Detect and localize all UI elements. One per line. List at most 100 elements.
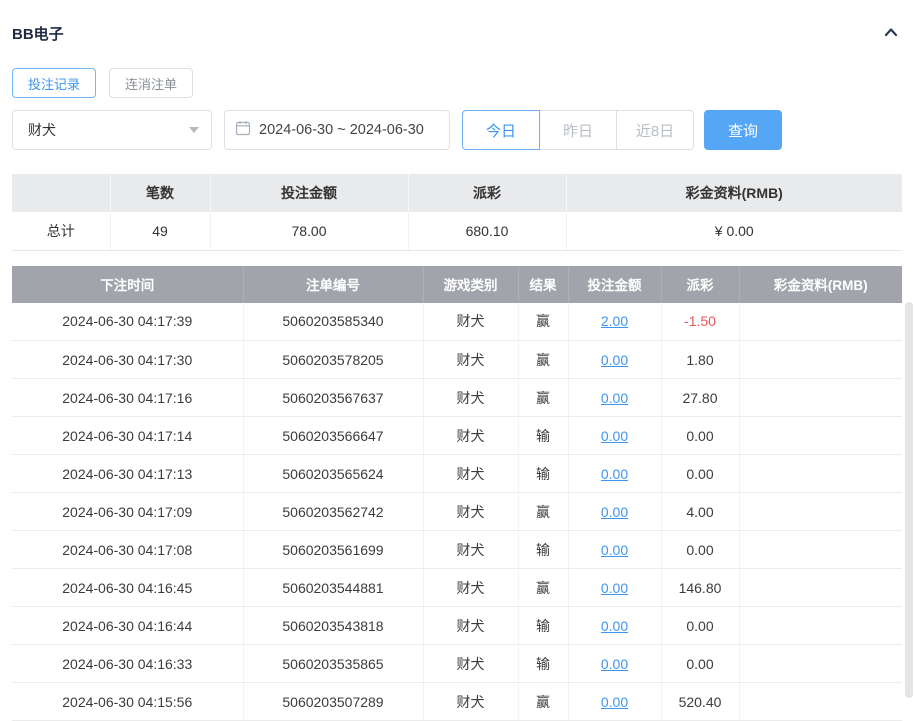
summary-total-bonus: ¥ 0.00 [566,212,902,250]
bet-amount-link[interactable]: 2.00 [601,313,628,329]
summary-table: 笔数 投注金额 派彩 彩金资料(RMB) 总计 49 78.00 680.10 … [12,174,902,251]
bet-amount-link[interactable]: 0.00 [601,618,628,634]
bet-amount-link[interactable]: 0.00 [601,542,628,558]
bet-amount-link[interactable]: 0.00 [601,390,628,406]
payout-cell: 4.00 [661,493,739,531]
quick-button-yesterday[interactable]: 昨日 [539,110,617,150]
quick-button-last8days[interactable]: 近8日 [616,110,694,150]
tab-bet-records[interactable]: 投注记录 [12,68,96,98]
summary-total-label: 总计 [12,212,110,250]
table-row: 2024-06-30 04:17:14 5060203566647 财犬 输 0… [12,417,902,455]
table-row: 2024-06-30 04:17:13 5060203565624 财犬 输 0… [12,455,902,493]
bet-time-cell: 2024-06-30 04:16:33 [12,645,243,683]
bet-amount-link[interactable]: 0.00 [601,466,628,482]
summary-header-bonus: 彩金资料(RMB) [566,174,902,212]
game-type-cell: 财犬 [423,569,518,607]
bet-time-cell: 2024-06-30 04:17:30 [12,341,243,379]
game-type-cell: 财犬 [423,379,518,417]
result-cell: 赢 [518,379,568,417]
game-type-cell: 财犬 [423,683,518,721]
bet-time-cell: 2024-06-30 04:15:56 [12,683,243,721]
bet-time-cell: 2024-06-30 04:17:08 [12,531,243,569]
payout-cell: -1.50 [661,303,739,341]
bet-amount-link[interactable]: 0.00 [601,428,628,444]
bonus-cell [739,379,902,417]
bet-amount-cell: 0.00 [568,683,661,721]
summary-total-count: 49 [110,212,210,250]
game-type-cell: 财犬 [423,645,518,683]
bonus-cell [739,569,902,607]
bonus-cell [739,683,902,721]
game-select[interactable]: 财犬 [12,110,212,150]
payout-value: 520.40 [679,694,722,710]
game-type-cell: 财犬 [423,455,518,493]
bet-amount-link[interactable]: 0.00 [601,694,628,710]
bet-amount-cell: 0.00 [568,455,661,493]
bet-amount-link[interactable]: 0.00 [601,580,628,596]
payout-value: 0.00 [686,466,713,482]
filter-row: 财犬 2024-06-30 ~ 2024-06-30 今日 昨日 近8日 查询 [12,110,902,150]
payout-cell: 0.00 [661,417,739,455]
tab-chain-cancel[interactable]: 连消注单 [109,68,193,98]
bonus-cell [739,417,902,455]
tab-bar: 投注记录 连消注单 [12,68,902,98]
payout-value: 0.00 [686,618,713,634]
order-id-cell: 5060203565624 [243,455,423,493]
date-range-input[interactable]: 2024-06-30 ~ 2024-06-30 [224,110,450,150]
order-id-cell: 5060203544881 [243,569,423,607]
bet-amount-cell: 0.00 [568,531,661,569]
quick-button-today[interactable]: 今日 [462,110,540,150]
bet-time-cell: 2024-06-30 04:17:39 [12,303,243,341]
table-row: 2024-06-30 04:17:08 5060203561699 财犬 输 0… [12,531,902,569]
payout-cell: 1.80 [661,341,739,379]
table-row: 2024-06-30 04:16:45 5060203544881 财犬 赢 0… [12,569,902,607]
order-id-cell: 5060203578205 [243,341,423,379]
date-range-value: 2024-06-30 ~ 2024-06-30 [259,122,424,138]
payout-cell: 0.00 [661,645,739,683]
header-payout: 派彩 [661,266,739,303]
scrollbar-thumb[interactable] [905,302,913,698]
table-row: 2024-06-30 04:17:30 5060203578205 财犬 赢 0… [12,341,902,379]
payout-value: 4.00 [686,504,713,520]
summary-header-count: 笔数 [110,174,210,212]
search-button[interactable]: 查询 [704,110,782,150]
order-id-cell: 5060203566647 [243,417,423,455]
result-cell: 输 [518,607,568,645]
header-bet-time: 下注时间 [12,266,243,303]
bet-amount-link[interactable]: 0.00 [601,504,628,520]
bet-amount-link[interactable]: 0.00 [601,656,628,672]
table-row: 2024-06-30 04:15:56 5060203507289 财犬 赢 0… [12,683,902,721]
payout-cell: 520.40 [661,683,739,721]
result-cell: 输 [518,531,568,569]
quick-date-button-group: 今日 昨日 近8日 [462,110,694,150]
summary-header-empty [12,174,110,212]
payout-value: 0.00 [686,542,713,558]
bet-table-header-row: 下注时间 注单编号 游戏类别 结果 投注金额 派彩 彩金资料(RMB) [12,266,902,303]
result-cell: 赢 [518,303,568,341]
payout-cell: 146.80 [661,569,739,607]
game-type-cell: 财犬 [423,493,518,531]
bet-amount-cell: 0.00 [568,341,661,379]
payout-value: 27.80 [682,390,717,406]
collapse-button[interactable] [880,22,902,44]
payout-value: 0.00 [686,656,713,672]
game-type-cell: 财犬 [423,303,518,341]
bet-amount-link[interactable]: 0.00 [601,352,628,368]
payout-value: -1.50 [684,313,716,329]
result-cell: 赢 [518,341,568,379]
payout-cell: 0.00 [661,607,739,645]
bet-time-cell: 2024-06-30 04:16:45 [12,569,243,607]
bet-amount-cell: 0.00 [568,645,661,683]
order-id-cell: 5060203562742 [243,493,423,531]
result-cell: 输 [518,645,568,683]
result-cell: 赢 [518,683,568,721]
header-order-id: 注单编号 [243,266,423,303]
header-bonus: 彩金资料(RMB) [739,266,902,303]
game-type-cell: 财犬 [423,531,518,569]
header-bet-amount: 投注金额 [568,266,661,303]
bonus-cell [739,493,902,531]
order-id-cell: 5060203535865 [243,645,423,683]
result-cell: 赢 [518,569,568,607]
table-row: 2024-06-30 04:17:16 5060203567637 财犬 赢 0… [12,379,902,417]
bonus-cell [739,607,902,645]
